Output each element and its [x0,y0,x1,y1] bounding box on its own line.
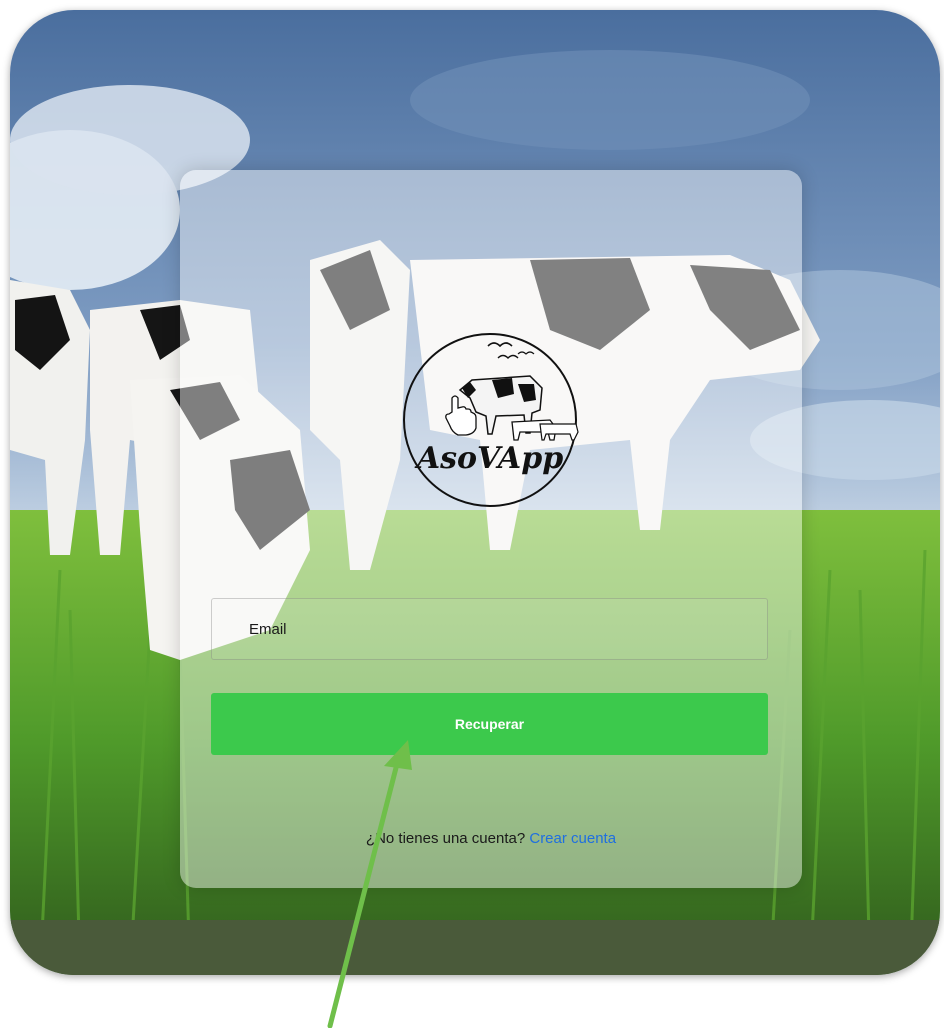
background-photo: AsoVApp Recuperar ¿No tienes una cuenta?… [10,10,940,975]
cow-with-hand-cursor-icon [445,375,579,441]
recover-button[interactable]: Recuperar [211,693,768,755]
signup-prompt-line: ¿No tienes una cuenta? Crear cuenta [180,830,802,847]
create-account-link[interactable]: Crear cuenta [529,830,616,847]
logo-text: AsoVApp [414,441,563,476]
asovapp-logo: AsoVApp [403,333,579,507]
email-input[interactable] [211,598,768,660]
recovery-card: AsoVApp Recuperar ¿No tienes una cuenta?… [180,170,802,888]
annotation-arrow-icon [327,740,412,1028]
